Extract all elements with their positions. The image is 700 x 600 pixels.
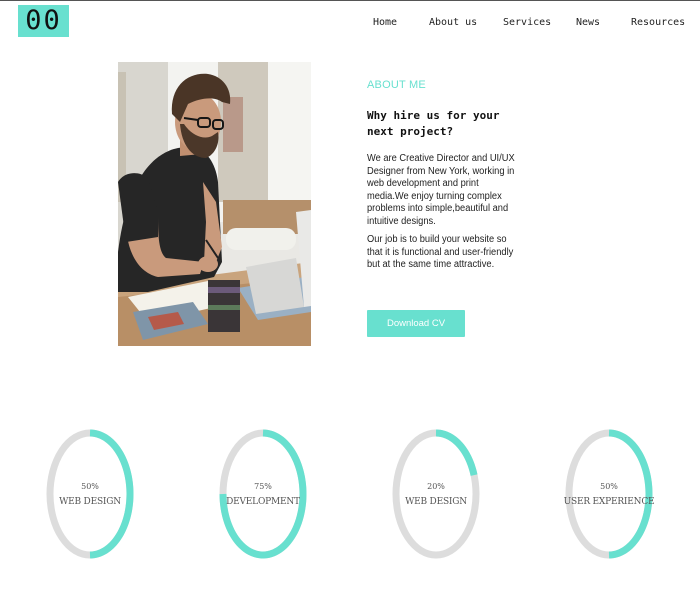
skill-name-4: USER EXPERIENCE xyxy=(563,497,655,507)
skill-percent-2: 75% xyxy=(254,482,272,491)
nav-news[interactable]: News xyxy=(576,17,600,28)
skill-name-3: WEB DESIGN xyxy=(405,497,467,507)
site-logo[interactable]: 00 xyxy=(18,5,69,37)
skill-percent-4: 50% xyxy=(600,482,618,491)
nav-services[interactable]: Services xyxy=(503,17,551,28)
skill-ring-1-graphic xyxy=(46,429,134,559)
skill-ring-progress xyxy=(89,429,134,559)
about-paragraph-1: We are Creative Director and UI/UX Desig… xyxy=(367,153,515,227)
skill-ring-1: 50% WEB DESIGN xyxy=(45,428,135,560)
skill-percent-3: 20% xyxy=(427,482,445,491)
designer-photo xyxy=(118,62,311,346)
about-section-label: ABOUT ME xyxy=(367,79,426,91)
nav-resources[interactable]: Resources xyxy=(631,17,685,28)
about-heading: Why hire us for your next project? xyxy=(367,108,517,140)
skill-ring-2: 75% DEVELOPMENT xyxy=(218,428,308,560)
about-heading-line-1: Why hire us for your xyxy=(367,109,500,122)
skill-ring-progress xyxy=(435,429,478,476)
nav-about-us[interactable]: About us xyxy=(429,17,477,28)
skill-ring-4-graphic xyxy=(565,429,653,559)
skill-name-1: WEB DESIGN xyxy=(59,497,121,507)
skill-ring-4: 50% USER EXPERIENCE xyxy=(564,428,655,560)
skill-ring-3: 20% WEB DESIGN xyxy=(391,428,481,560)
skill-ring-progress xyxy=(608,429,653,559)
about-heading-line-2: next project? xyxy=(367,125,454,138)
skill-ring-2-graphic xyxy=(219,429,307,559)
about-paragraph-2: Our job is to build your website so that… xyxy=(367,234,514,270)
skill-name-2: DEVELOPMENT xyxy=(226,497,300,507)
top-border xyxy=(0,0,700,1)
skill-ring-3-graphic xyxy=(392,429,480,559)
download-cv-button[interactable]: Download CV xyxy=(367,310,465,337)
nav-home[interactable]: Home xyxy=(373,17,397,28)
skill-percent-1: 50% xyxy=(81,482,99,491)
